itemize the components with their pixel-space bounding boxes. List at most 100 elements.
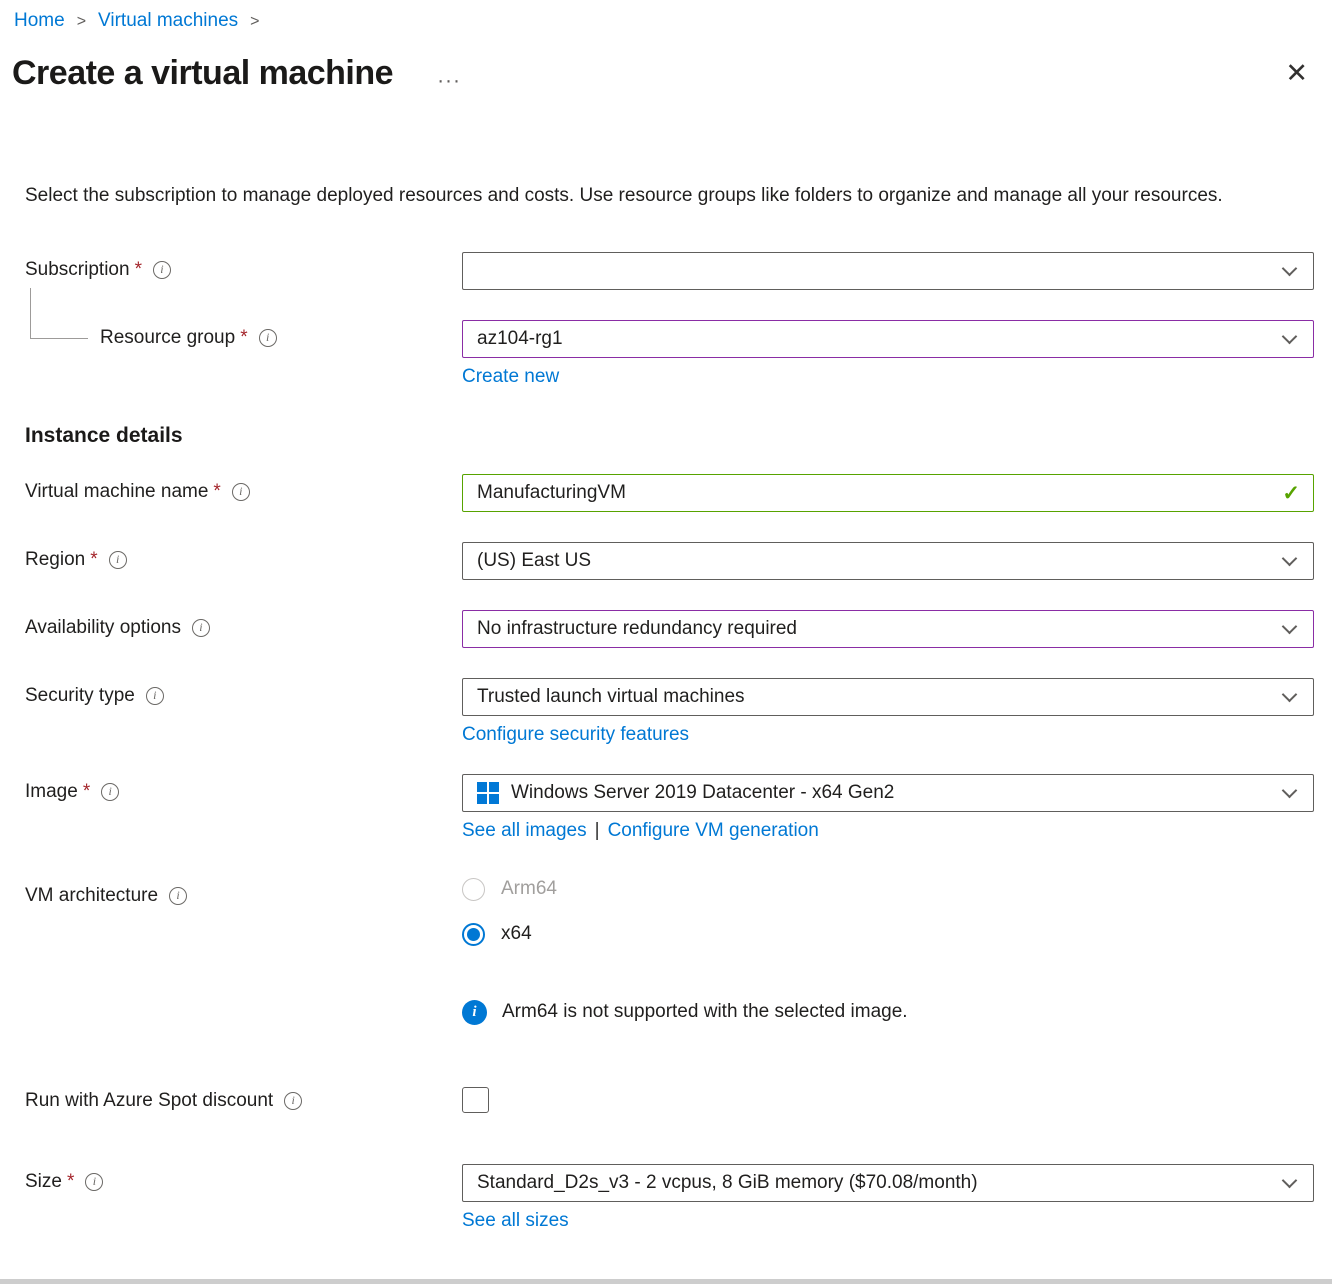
configure-security-features-link[interactable]: Configure security features	[462, 724, 689, 745]
vm-architecture-label: VM architecture	[25, 885, 158, 907]
info-icon[interactable]: i	[153, 261, 171, 279]
instance-details-heading: Instance details	[25, 424, 1332, 448]
resource-group-label-group: Resource group * i	[0, 320, 462, 349]
subscription-label: Subscription	[25, 259, 130, 281]
info-icon[interactable]: i	[85, 1173, 103, 1191]
info-icon[interactable]: i	[259, 329, 277, 347]
vm-name-label-group: Virtual machine name * i	[0, 474, 462, 503]
required-marker: *	[83, 781, 90, 803]
info-icon[interactable]: i	[192, 619, 210, 637]
valid-check-icon: ✓	[1282, 481, 1300, 506]
size-label: Size	[25, 1171, 62, 1193]
create-new-row: Create new	[0, 366, 1332, 388]
vm-name-label: Virtual machine name	[25, 481, 208, 503]
availability-options-dropdown[interactable]: No infrastructure redundancy required	[462, 610, 1314, 648]
create-new-link[interactable]: Create new	[462, 366, 559, 387]
breadcrumb-virtual-machines-link[interactable]: Virtual machines	[98, 10, 238, 32]
security-type-dropdown[interactable]: Trusted launch virtual machines	[462, 678, 1314, 716]
size-value: Standard_D2s_v3 - 2 vcpus, 8 GiB memory …	[477, 1172, 978, 1194]
availability-label-group: Availability options i	[0, 610, 462, 639]
security-type-value: Trusted launch virtual machines	[477, 686, 745, 708]
azure-spot-checkbox[interactable]	[462, 1087, 489, 1113]
region-label-group: Region * i	[0, 542, 462, 571]
info-icon[interactable]: i	[169, 887, 187, 905]
link-separator: |	[595, 820, 600, 841]
close-icon[interactable]: ✕	[1285, 60, 1308, 87]
azure-spot-label-group: Run with Azure Spot discount i	[0, 1083, 462, 1112]
radio-arm64	[462, 878, 485, 901]
nesting-connector-line	[30, 288, 88, 339]
required-marker: *	[240, 327, 247, 349]
radio-option-x64[interactable]: x64	[462, 923, 1314, 946]
radio-option-arm64: Arm64	[462, 878, 1314, 901]
region-label: Region	[25, 549, 85, 571]
chevron-down-icon	[1282, 550, 1298, 566]
breadcrumb: Home > Virtual machines >	[0, 0, 1332, 32]
resource-group-label: Resource group	[100, 327, 235, 349]
info-banner: i Arm64 is not supported with the select…	[462, 998, 1314, 1025]
info-filled-icon: i	[462, 1000, 487, 1025]
required-marker: *	[90, 549, 97, 571]
radio-x64[interactable]	[462, 923, 485, 946]
chevron-right-icon: >	[250, 13, 259, 31]
required-marker: *	[135, 259, 142, 281]
region-row: Region * i (US) East US	[0, 542, 1332, 580]
breadcrumb-home-link[interactable]: Home	[14, 10, 65, 32]
info-icon[interactable]: i	[232, 483, 250, 501]
vm-name-input[interactable]	[462, 474, 1314, 512]
image-row: Image * i Windows Server 2019 Datacenter…	[0, 774, 1332, 812]
configure-vm-generation-link[interactable]: Configure VM generation	[608, 820, 819, 841]
image-value: Windows Server 2019 Datacenter - x64 Gen…	[511, 782, 894, 804]
chevron-down-icon	[1282, 260, 1298, 276]
size-dropdown[interactable]: Standard_D2s_v3 - 2 vcpus, 8 GiB memory …	[462, 1164, 1314, 1202]
intro-text: Select the subscription to manage deploy…	[25, 181, 1304, 212]
vm-name-row: Virtual machine name * i ✓	[0, 474, 1332, 512]
security-type-label: Security type	[25, 685, 135, 707]
availability-options-label: Availability options	[25, 617, 181, 639]
region-dropdown[interactable]: (US) East US	[462, 542, 1314, 580]
subscription-label-group: Subscription * i	[0, 252, 462, 281]
resource-group-dropdown[interactable]: az104-rg1	[462, 320, 1314, 358]
info-icon[interactable]: i	[146, 687, 164, 705]
more-options-icon[interactable]: ···	[437, 69, 461, 93]
subscription-row: Subscription * i	[0, 252, 1332, 290]
info-icon[interactable]: i	[284, 1092, 302, 1110]
chevron-down-icon	[1282, 618, 1298, 634]
chevron-down-icon	[1282, 782, 1298, 798]
subscription-dropdown[interactable]	[462, 252, 1314, 290]
vm-architecture-label-group: VM architecture i	[0, 878, 462, 907]
configure-security-row: Configure security features	[0, 724, 1332, 746]
security-type-label-group: Security type i	[0, 678, 462, 707]
info-banner-text: Arm64 is not supported with the selected…	[502, 1001, 908, 1023]
footer-divider	[0, 1279, 1332, 1284]
page-title: Create a virtual machine	[12, 54, 393, 93]
see-all-sizes-link[interactable]: See all sizes	[462, 1210, 569, 1231]
vm-architecture-row: VM architecture i Arm64 x64	[0, 878, 1332, 968]
chevron-down-icon	[1282, 1172, 1298, 1188]
resource-group-value: az104-rg1	[477, 328, 563, 350]
region-value: (US) East US	[477, 550, 591, 572]
azure-spot-label: Run with Azure Spot discount	[25, 1090, 273, 1112]
availability-options-value: No infrastructure redundancy required	[477, 618, 797, 640]
azure-spot-row: Run with Azure Spot discount i	[0, 1083, 1332, 1118]
image-label: Image	[25, 781, 78, 803]
availability-options-row: Availability options i No infrastructure…	[0, 610, 1332, 648]
security-type-row: Security type i Trusted launch virtual m…	[0, 678, 1332, 716]
windows-logo-icon	[477, 782, 499, 804]
required-marker: *	[67, 1171, 74, 1193]
image-label-group: Image * i	[0, 774, 462, 803]
radio-arm64-label: Arm64	[501, 878, 557, 900]
basics-form: Subscription * i Resource group * i az10…	[0, 252, 1332, 1232]
chevron-right-icon: >	[77, 13, 86, 31]
size-label-group: Size * i	[0, 1164, 462, 1193]
image-dropdown[interactable]: Windows Server 2019 Datacenter - x64 Gen…	[462, 774, 1314, 812]
info-icon[interactable]: i	[109, 551, 127, 569]
title-row: Create a virtual machine ··· ✕	[0, 32, 1332, 93]
see-all-sizes-row: See all sizes	[0, 1210, 1332, 1232]
see-all-images-link[interactable]: See all images	[462, 820, 587, 841]
image-links-row: See all images | Configure VM generation	[0, 820, 1332, 842]
info-icon[interactable]: i	[101, 783, 119, 801]
resource-group-row: Resource group * i az104-rg1	[0, 320, 1332, 358]
arch-info-row: i Arm64 is not supported with the select…	[0, 998, 1332, 1025]
chevron-down-icon	[1282, 686, 1298, 702]
